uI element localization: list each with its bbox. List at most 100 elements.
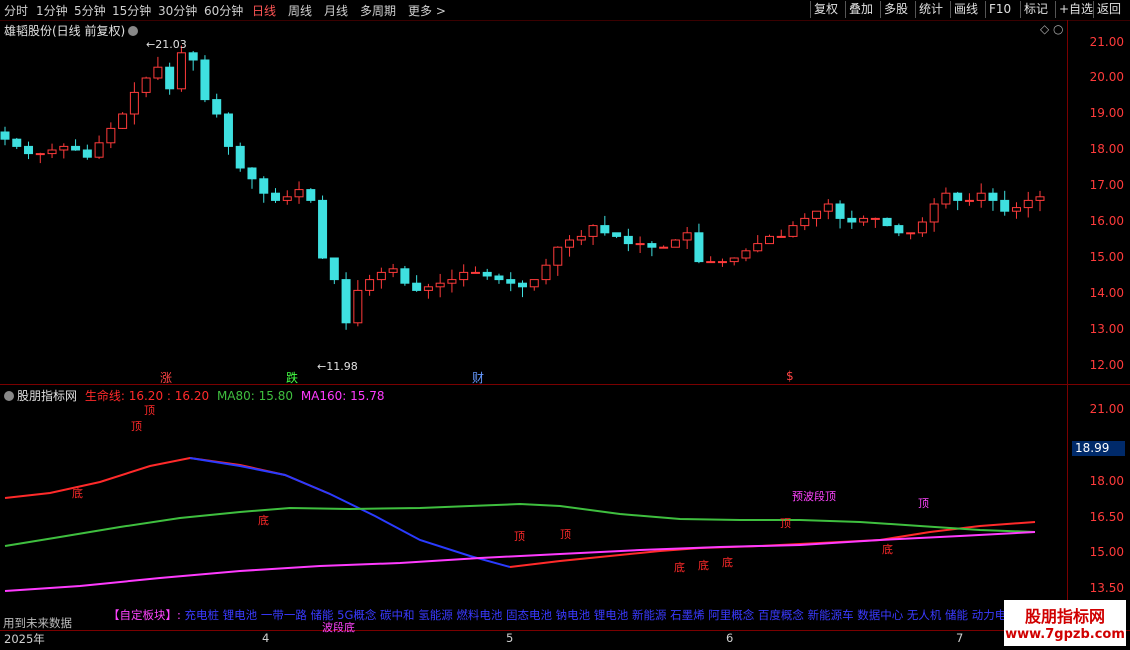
candle-body bbox=[894, 225, 904, 234]
signal-ding: 顶 bbox=[514, 530, 525, 543]
candle-body bbox=[35, 153, 45, 156]
candle-body bbox=[788, 225, 798, 237]
indicator-title: 股朋指标网 bbox=[17, 389, 78, 403]
signal-ding: 顶 bbox=[131, 420, 142, 433]
candle-body bbox=[71, 145, 81, 151]
life-line-red bbox=[4, 456, 331, 499]
event-tag-dollar[interactable]: $ bbox=[786, 369, 794, 383]
candle-body bbox=[953, 192, 963, 201]
candle-body bbox=[847, 217, 857, 223]
signal-ding: 顶 bbox=[144, 404, 155, 417]
candle-body bbox=[470, 271, 480, 274]
life-line-value: 16.20 : 16.20 bbox=[128, 389, 210, 403]
watermark-url: www.7gpzb.com bbox=[1005, 627, 1125, 642]
candle-body bbox=[635, 243, 645, 246]
high-price-label: ←21.03 bbox=[146, 38, 187, 51]
candle-body bbox=[294, 189, 304, 198]
ma160-value: 15.78 bbox=[350, 389, 385, 403]
candle-body bbox=[271, 192, 281, 201]
date-label: 6 bbox=[726, 631, 734, 645]
candle-body bbox=[753, 243, 763, 252]
candle-body bbox=[94, 142, 104, 158]
candle-body bbox=[118, 113, 128, 129]
chart-canvas bbox=[0, 45, 1045, 592]
candle-body bbox=[659, 246, 669, 249]
candle-body bbox=[823, 203, 833, 212]
candle-body bbox=[447, 279, 457, 284]
candle-body bbox=[459, 271, 469, 281]
y-tick: 21.00 bbox=[1089, 402, 1124, 416]
candle-body bbox=[212, 99, 222, 115]
date-label: 4 bbox=[262, 631, 270, 645]
event-tag-cai[interactable]: 财 bbox=[472, 369, 484, 386]
signal-di: 底 bbox=[722, 556, 733, 569]
candle-body bbox=[870, 217, 880, 220]
candle-body bbox=[82, 149, 92, 158]
candle-body bbox=[259, 178, 269, 194]
candle-body bbox=[412, 282, 422, 291]
candle-body bbox=[694, 232, 704, 263]
candle-body bbox=[235, 145, 245, 169]
candle-body bbox=[859, 217, 869, 223]
ma80-label: MA80: bbox=[216, 389, 255, 403]
signal-di: 底 bbox=[72, 487, 83, 500]
candle-body bbox=[812, 210, 822, 219]
signal-ding: 顶 bbox=[780, 517, 791, 530]
candlestick-series bbox=[0, 45, 1045, 330]
candle-body bbox=[776, 235, 786, 238]
y-tick: 18.00 bbox=[1089, 474, 1124, 488]
candle-body bbox=[682, 232, 692, 241]
date-label: 5 bbox=[506, 631, 514, 645]
signal-di: 底 bbox=[698, 559, 709, 572]
candle-body bbox=[623, 235, 633, 245]
candle-body bbox=[941, 192, 951, 205]
candle-body bbox=[494, 275, 504, 281]
event-tag-zhang[interactable]: 涨 bbox=[160, 369, 172, 386]
signal-yubo: 预波段顶 bbox=[792, 490, 836, 503]
candle-body bbox=[247, 167, 257, 180]
candle-body bbox=[764, 235, 774, 245]
candle-body bbox=[200, 59, 210, 101]
candle-body bbox=[106, 127, 116, 144]
candle-body bbox=[835, 203, 845, 219]
candle-body bbox=[588, 225, 598, 237]
candle-body bbox=[612, 232, 622, 237]
signal-di: 底 bbox=[258, 514, 269, 527]
life-line-label: 生命线: bbox=[84, 389, 125, 403]
candle-body bbox=[176, 52, 186, 90]
current-value-badge: 18.99 bbox=[1072, 441, 1125, 456]
candle-body bbox=[882, 217, 892, 227]
candle-body bbox=[129, 91, 139, 115]
custom-boards: 【自定板块】: 充电桩 锂电池 一带一路 储能 5G概念 碳中和 氢能源 燃料电… bbox=[108, 607, 1090, 623]
candle-body bbox=[529, 279, 539, 288]
candle-body bbox=[165, 66, 175, 90]
candle-body bbox=[576, 235, 586, 241]
candle-body bbox=[47, 149, 57, 155]
candle-body bbox=[376, 271, 386, 281]
candle-body bbox=[365, 279, 375, 291]
candle-body bbox=[565, 239, 575, 248]
candle-body bbox=[717, 261, 727, 264]
candle-body bbox=[929, 203, 939, 223]
candle-body bbox=[400, 268, 410, 284]
candle-body bbox=[541, 264, 551, 281]
date-label: 2025年 bbox=[4, 632, 45, 646]
candle-body bbox=[353, 289, 363, 324]
candle-body bbox=[341, 279, 351, 324]
candle-body bbox=[600, 225, 610, 234]
candle-body bbox=[423, 286, 433, 291]
candle-body bbox=[906, 232, 916, 235]
candle-body bbox=[1035, 196, 1045, 201]
candle-body bbox=[12, 138, 22, 147]
low-price-label: ←11.98 bbox=[317, 360, 358, 373]
boards-list[interactable]: 充电桩 锂电池 一带一路 储能 5G概念 碳中和 氢能源 燃料电池 固态电池 钠… bbox=[185, 608, 1091, 622]
event-tag-die[interactable]: 跌 bbox=[286, 369, 298, 386]
candle-body bbox=[506, 279, 516, 284]
candle-body bbox=[318, 199, 328, 259]
signal-ding: 顶 bbox=[560, 528, 571, 541]
date-label: 7 bbox=[956, 631, 964, 645]
candle-body bbox=[964, 199, 974, 202]
future-data-note: 用到未来数据 bbox=[3, 616, 72, 630]
indicator-dropdown-icon[interactable] bbox=[4, 391, 14, 401]
candle-body bbox=[141, 77, 151, 93]
